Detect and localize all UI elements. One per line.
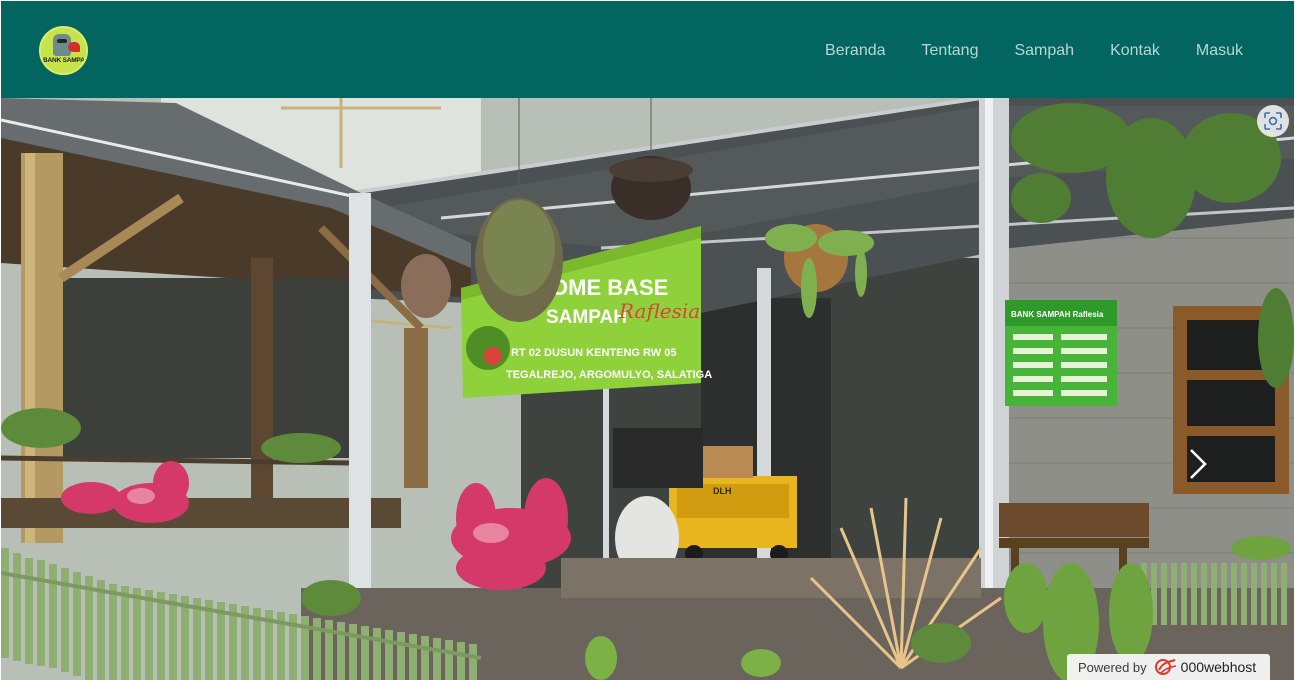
cart-label: DLH (713, 486, 732, 496)
chevron-right-icon (1190, 449, 1207, 479)
navbar: BANK SAMPAH Beranda Tentang Sampah Konta… (1, 1, 1294, 98)
logo-heart-icon (68, 42, 80, 52)
banner-line4: TEGALREJO, ARGOMULYO, SALATIGA (506, 369, 712, 381)
carousel-next-button[interactable] (1183, 444, 1211, 484)
banner-script: Raflesia (618, 299, 700, 323)
scan-icon (1264, 112, 1282, 130)
hero-carousel: OME BASE SAMPAH Raflesia RT 02 DUSUN KEN… (1, 98, 1294, 680)
hero-photo: OME BASE SAMPAH Raflesia RT 02 DUSUN KEN… (1, 98, 1294, 680)
powered-by-label: Powered by (1078, 659, 1147, 675)
nav-link-beranda[interactable]: Beranda (825, 40, 886, 62)
powered-by-badge[interactable]: Powered by 000webhost (1067, 654, 1270, 680)
nav-link-kontak[interactable]: Kontak (1110, 40, 1160, 62)
nav-link-tentang[interactable]: Tentang (922, 40, 979, 62)
brand-logo[interactable]: BANK SAMPAH (39, 26, 88, 75)
banner-line2: SAMPAH (546, 307, 627, 328)
host-name: 000webhost (1180, 659, 1257, 675)
nav-link-sampah[interactable]: Sampah (1014, 40, 1074, 62)
scan-button[interactable] (1257, 105, 1289, 137)
000webhost-logo-icon (1154, 659, 1176, 675)
nav-link-masuk[interactable]: Masuk (1196, 40, 1243, 62)
banner-line1: OME BASE (551, 275, 668, 300)
wall-sign-title: BANK SAMPAH Raflesia (1011, 310, 1104, 319)
banner-line3: RT 02 DUSUN KENTENG RW 05 (511, 347, 676, 359)
main-nav: Beranda Tentang Sampah Kontak Masuk (825, 40, 1243, 62)
logo-text: BANK SAMPAH (43, 57, 88, 64)
